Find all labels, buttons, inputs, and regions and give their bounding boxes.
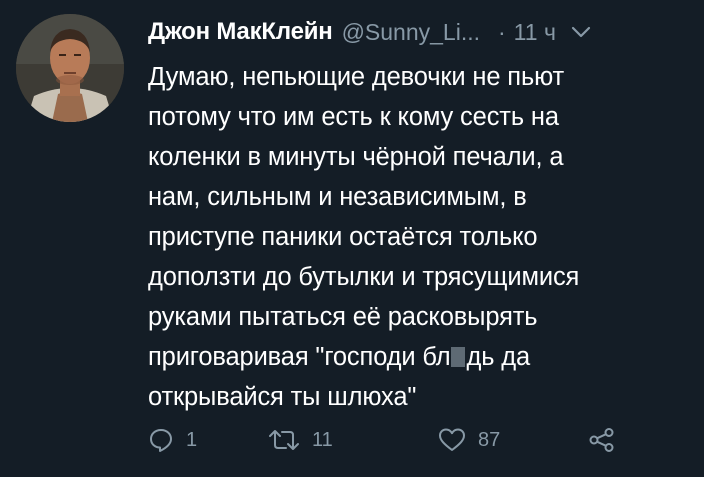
author-name[interactable]: Джон МакКлейн <box>148 18 333 46</box>
tweet-text-fragment: дь да <box>466 343 531 371</box>
tweet[interactable]: Джон МакКлейн @Sunny_Li... · 11 ч Думаю,… <box>0 0 704 477</box>
chevron-down-icon[interactable] <box>570 21 592 43</box>
author-handle[interactable]: @Sunny_Li... <box>342 19 480 46</box>
avatar[interactable] <box>16 14 124 122</box>
tweet-actions: 1 11 87 <box>148 422 648 458</box>
share-button[interactable] <box>588 427 616 453</box>
tweet-text-line: нам, сильным и независимым, в <box>148 183 527 211</box>
like-button[interactable]: 87 <box>438 427 588 453</box>
reply-count: 1 <box>186 428 198 451</box>
tweet-text-fragment: приговаривая "господи бл <box>148 343 451 371</box>
like-count: 87 <box>478 428 501 451</box>
retweet-icon <box>268 427 300 453</box>
tweet-text: Думаю, непьющие девочки не пьют потому ч… <box>148 57 688 417</box>
tweet-text-line: открывайся ты шлюха" <box>148 383 417 411</box>
reply-button[interactable]: 1 <box>148 427 268 453</box>
reply-icon <box>148 427 174 453</box>
share-icon <box>588 427 616 453</box>
separator-dot: · <box>498 18 506 45</box>
like-icon <box>438 427 466 453</box>
tweet-text-line: приступе паники остаётся только <box>148 223 538 251</box>
censor-block <box>451 347 466 367</box>
tweet-text-line: приговаривая "господи бл дь да <box>148 337 688 377</box>
tweet-text-line: доползти до бутылки и трясущимися <box>148 263 580 291</box>
retweet-count: 11 <box>312 428 333 451</box>
tweet-header: Джон МакКлейн @Sunny_Li... · 11 ч <box>148 14 684 50</box>
tweet-text-line: потому что им есть к кому сесть на <box>148 103 559 131</box>
tweet-text-line: коленки в минуты чёрной печали, а <box>148 143 564 171</box>
retweet-button[interactable]: 11 <box>268 427 438 453</box>
tweet-timestamp[interactable]: 11 ч <box>514 19 556 46</box>
tweet-text-line: руками пытаться её расковырять <box>148 303 538 331</box>
tweet-text-line: Думаю, непьющие девочки не пьют <box>148 63 565 91</box>
